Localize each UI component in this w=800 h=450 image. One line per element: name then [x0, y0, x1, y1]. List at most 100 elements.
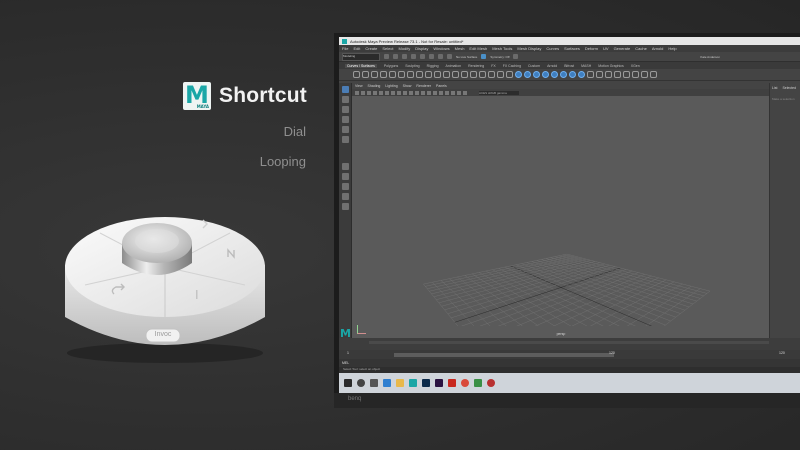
menu-curves[interactable]: Curves	[546, 46, 559, 51]
menu-mesh-display[interactable]: Mesh Display	[517, 46, 541, 51]
vp-menu-shading[interactable]: Shading	[368, 84, 381, 88]
scale-tool-icon[interactable]	[341, 136, 349, 143]
shelf-arc-icon[interactable]	[398, 71, 405, 78]
xray-icon[interactable]	[451, 90, 455, 95]
graph-layout-icon[interactable]	[341, 203, 349, 210]
acrobat-icon[interactable]	[448, 379, 456, 387]
menu-deform[interactable]: Deform	[585, 46, 598, 51]
range-mid[interactable]: 120	[609, 351, 615, 355]
textured-icon[interactable]	[427, 90, 431, 95]
shelf-text-icon[interactable]	[416, 71, 423, 78]
shelf-ep-curve-icon[interactable]	[380, 71, 387, 78]
menu-modify[interactable]: Modify	[399, 46, 411, 51]
camera-attr-icon[interactable]	[361, 90, 365, 95]
vp-menu-lighting[interactable]: Lighting	[385, 84, 397, 88]
shelf-birail-icon[interactable]	[623, 71, 630, 78]
shadows-icon[interactable]	[439, 90, 443, 95]
color-space-field[interactable]: ACES sRGB gamma	[479, 90, 519, 95]
shelf-tab-custom[interactable]: Custom	[528, 64, 540, 68]
shelf-reverse-icon[interactable]	[461, 71, 468, 78]
exposure-icon[interactable]	[457, 90, 461, 95]
shelf-tab-arnold[interactable]: Arnold	[547, 64, 557, 68]
image-plane-icon[interactable]	[373, 90, 377, 95]
premiere-icon[interactable]	[435, 379, 443, 387]
search-icon[interactable]	[357, 379, 365, 387]
shelf-extrude-icon[interactable]	[614, 71, 621, 78]
attr-tab-list[interactable]: List	[772, 86, 777, 90]
workspace-select[interactable]: Modeling	[342, 52, 380, 61]
menu-surfaces[interactable]: Surfaces	[564, 46, 580, 51]
command-line[interactable]: MEL	[339, 359, 800, 367]
menu-mesh[interactable]: Mesh	[455, 46, 465, 51]
photoshop-icon[interactable]	[422, 379, 430, 387]
menu-display[interactable]: Display	[415, 46, 428, 51]
shelf-trim-icon[interactable]	[497, 71, 504, 78]
shelf-tab-xgen[interactable]: XGen	[631, 64, 640, 68]
last-tool-icon[interactable]	[341, 163, 349, 170]
app-green-icon[interactable]	[474, 379, 482, 387]
shelf-nurbs-cylinder-icon[interactable]	[533, 71, 540, 78]
shelf-nurbs-cone-icon[interactable]	[542, 71, 549, 78]
paint-select-icon[interactable]	[341, 106, 349, 113]
shelf-square-icon[interactable]	[362, 71, 369, 78]
grid-toggle-icon[interactable]	[379, 90, 383, 95]
shelf-planar-icon[interactable]	[605, 71, 612, 78]
time-slider-track[interactable]	[369, 341, 769, 344]
shelf-tab-animation[interactable]: Animation	[446, 64, 462, 68]
bookmark-icon[interactable]	[367, 90, 371, 95]
menu-file[interactable]: File	[342, 46, 348, 51]
edge-icon[interactable]	[383, 379, 391, 387]
render-icon[interactable]	[481, 54, 487, 59]
menu-edit-mesh[interactable]: Edit Mesh	[469, 46, 487, 51]
shelf-rebuild-icon[interactable]	[452, 71, 459, 78]
shelf-extend-icon[interactable]	[470, 71, 477, 78]
shelf-tab-motion-graphics[interactable]: Motion Graphics	[598, 64, 623, 68]
shelf-tab-rigging[interactable]: Rigging	[427, 64, 439, 68]
menu-generate[interactable]: Generate	[614, 46, 631, 51]
maya-taskbar-icon[interactable]	[409, 379, 417, 387]
resolution-gate-icon[interactable]	[391, 90, 395, 95]
shelf-tab-rendering[interactable]: Rendering	[468, 64, 484, 68]
attr-tab-selected[interactable]: Selected	[782, 86, 796, 90]
shelf-tab-polygons[interactable]: Polygons	[384, 64, 398, 68]
film-gate-icon[interactable]	[385, 90, 389, 95]
range-bar[interactable]	[394, 353, 614, 357]
shelf-attach-icon[interactable]	[434, 71, 441, 78]
shelf-nurbs-sphere-icon[interactable]	[515, 71, 522, 78]
camera-select-icon[interactable]	[355, 90, 359, 95]
shelf-square-surface-icon[interactable]	[641, 71, 648, 78]
shelf-revolve-icon[interactable]	[587, 71, 594, 78]
four-view-icon[interactable]	[341, 183, 349, 190]
snap-point-icon[interactable]	[447, 54, 452, 59]
menu-cache[interactable]: Cache	[635, 46, 647, 51]
app-red-icon[interactable]	[487, 379, 495, 387]
camera-icon[interactable]	[513, 54, 519, 59]
shelf-nurbs-circle-icon[interactable]	[569, 71, 576, 78]
vp-menu-renderer[interactable]: Renderer	[416, 84, 431, 88]
shelf-fillet-icon[interactable]	[488, 71, 495, 78]
shelf-nurbs-torus-icon[interactable]	[560, 71, 567, 78]
redo-icon[interactable]	[411, 54, 416, 59]
shelf-tab-mash[interactable]: MASH	[581, 64, 591, 68]
menu-create[interactable]: Create	[365, 46, 377, 51]
shelf-bevel-icon[interactable]	[650, 71, 657, 78]
outliner-layout-icon[interactable]	[341, 193, 349, 200]
shelf-tab-curves-surfaces[interactable]: Curves / Surfaces	[345, 63, 377, 68]
shelf-nurbs-plane-icon[interactable]	[551, 71, 558, 78]
range-end[interactable]: 120	[779, 351, 785, 355]
no-live-surface[interactable]: No Live Surface	[456, 55, 477, 59]
single-view-icon[interactable]	[341, 173, 349, 180]
folder-icon[interactable]	[384, 54, 389, 59]
rotate-tool-icon[interactable]	[341, 126, 349, 133]
snap-grid-icon[interactable]	[429, 54, 434, 59]
shelf-nurbs-square-icon[interactable]	[578, 71, 585, 78]
time-slider[interactable]	[339, 338, 800, 350]
shelf-offset-icon[interactable]	[479, 71, 486, 78]
shelf-circle-icon[interactable]	[353, 71, 360, 78]
shelf-nurbs-cube-icon[interactable]	[524, 71, 531, 78]
dial-knob[interactable]	[122, 223, 192, 275]
gate-mask-icon[interactable]	[397, 90, 401, 95]
shelf-detach-icon[interactable]	[443, 71, 450, 78]
isolate-icon[interactable]	[445, 90, 449, 95]
shelf-project-icon[interactable]	[506, 71, 513, 78]
